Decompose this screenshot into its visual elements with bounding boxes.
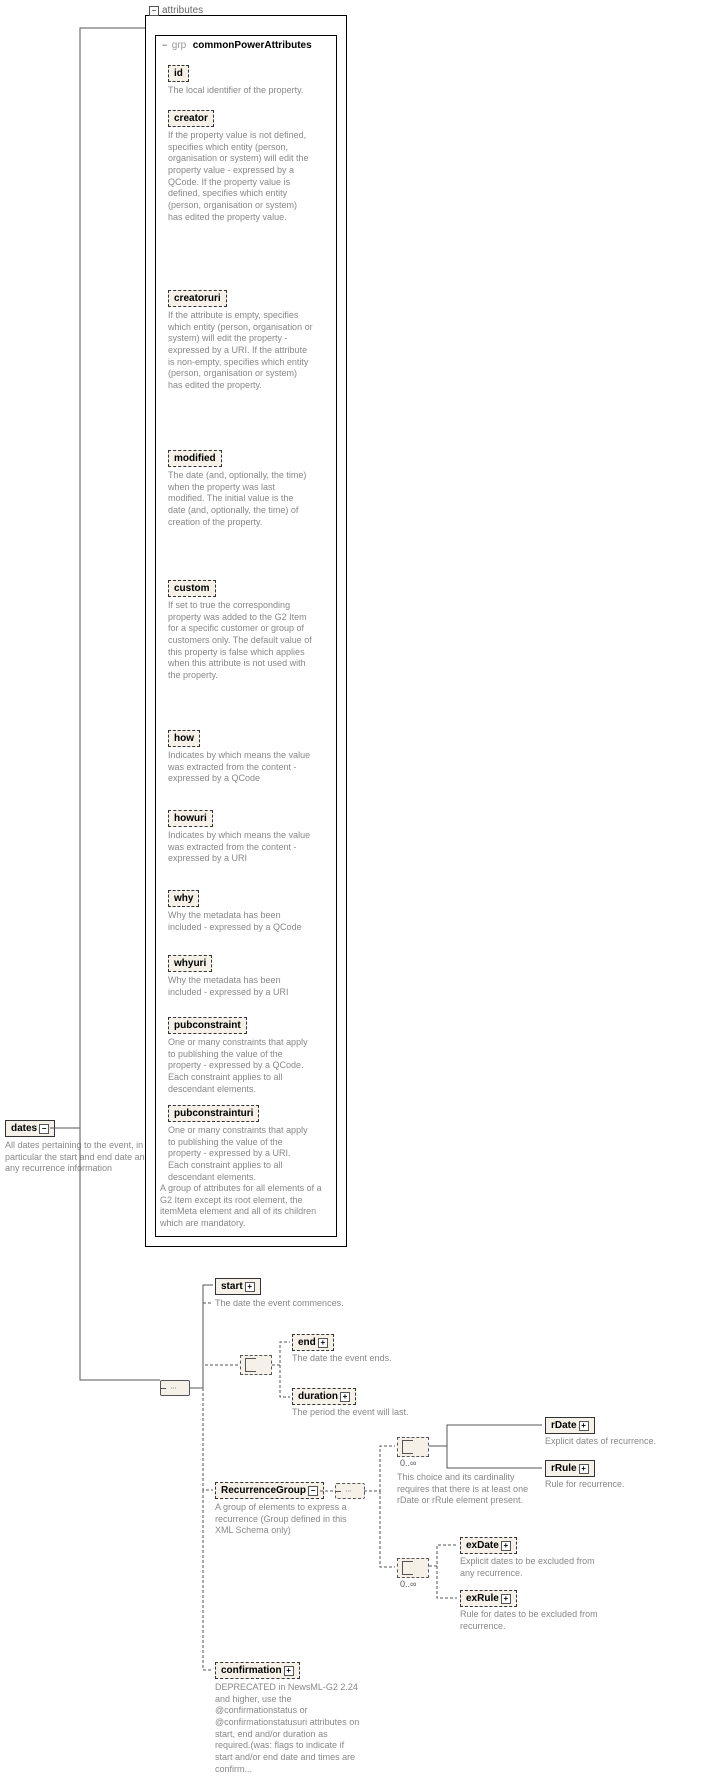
desc-confirmation: DEPRECATED in NewsML-G2 2.24 and higher,… [215, 1682, 360, 1776]
card-choice1: 0..∞ [400, 1458, 416, 1468]
attributes-label-box: −attributes [145, 5, 205, 16]
choice-end-duration [240, 1355, 272, 1375]
card-choice2: 0..∞ [400, 1579, 416, 1589]
expand-icon[interactable]: + [501, 1541, 511, 1551]
desc-start: The date the event commences. [215, 1298, 344, 1310]
expand-icon[interactable]: + [501, 1594, 511, 1604]
node-rrule[interactable]: rRule+ [545, 1460, 595, 1477]
desc-choice-recur: This choice and its cardinality requires… [397, 1472, 542, 1507]
label: RecurrenceGroup [221, 1485, 306, 1496]
desc-attr-howuri: Indicates by which means the value was e… [168, 830, 313, 865]
desc-rdate: Explicit dates of recurrence. [545, 1436, 656, 1448]
node-label: dates [11, 1123, 37, 1134]
label: exRule [466, 1593, 499, 1604]
expand-icon[interactable]: + [318, 1338, 328, 1348]
node-recurrencegroup[interactable]: RecurrenceGroup− [215, 1482, 324, 1499]
attr-modified[interactable]: modified [168, 450, 222, 467]
desc-attr-creatoruri: If the attribute is empty, specifies whi… [168, 310, 313, 392]
choice-rdate-rrule [397, 1437, 429, 1457]
attr-creator[interactable]: creator [168, 110, 214, 127]
label: confirmation [221, 1665, 282, 1676]
expand-icon[interactable]: + [340, 1392, 350, 1402]
desc-attr-pubconstrainturi: One or many constraints that apply to pu… [168, 1125, 313, 1183]
minus-icon[interactable]: − [149, 6, 159, 16]
label: exDate [466, 1540, 499, 1551]
collapse-icon[interactable]: − [308, 1486, 318, 1496]
attr-whyuri[interactable]: whyuri [168, 955, 212, 972]
attr-id[interactable]: id [168, 65, 189, 82]
attr-pubconstrainturi[interactable]: pubconstrainturi [168, 1105, 259, 1122]
desc-attr-how: Indicates by which means the value was e… [168, 750, 313, 785]
label: start [221, 1281, 243, 1292]
expand-icon[interactable]: + [579, 1421, 589, 1431]
expand-icon[interactable]: + [245, 1282, 255, 1292]
desc-attr-custom: If set to true the corresponding propert… [168, 600, 313, 682]
grp-name: commonPowerAttributes [193, 40, 312, 51]
minus-icon[interactable]: − [162, 40, 167, 50]
expand-icon[interactable]: + [284, 1666, 294, 1676]
choice-exdate-exrule [397, 1558, 429, 1578]
desc-attr-why: Why the metadata has been included - exp… [168, 910, 313, 933]
desc-attr-whyuri: Why the metadata has been included - exp… [168, 975, 313, 998]
node-dates[interactable]: dates− [5, 1120, 55, 1137]
attr-pubconstraint[interactable]: pubconstraint [168, 1017, 247, 1034]
node-exdate[interactable]: exDate+ [460, 1537, 517, 1554]
desc-exdate: Explicit dates to be excluded from any r… [460, 1556, 605, 1579]
attr-custom[interactable]: custom [168, 580, 216, 597]
desc-exrule: Rule for dates to be excluded from recur… [460, 1609, 605, 1632]
desc-duration: The period the event will last. [292, 1407, 409, 1419]
grp-prefix: grp [172, 40, 186, 51]
desc-end: The date the event ends. [292, 1353, 392, 1365]
desc-attr-id: The local identifier of the property. [168, 85, 303, 97]
group-header: − grp commonPowerAttributes [162, 40, 312, 51]
desc-rrule: Rule for recurrence. [545, 1479, 625, 1491]
label: rRule [551, 1463, 577, 1474]
sequence-main: ⋯ [160, 1380, 190, 1396]
node-confirmation[interactable]: confirmation+ [215, 1662, 300, 1679]
node-rdate[interactable]: rDate+ [545, 1417, 595, 1434]
attr-howuri[interactable]: howuri [168, 810, 213, 827]
node-duration[interactable]: duration+ [292, 1388, 356, 1405]
node-exrule[interactable]: exRule+ [460, 1590, 517, 1607]
desc-dates: All dates pertaining to the event, in pa… [5, 1140, 150, 1175]
attributes-label: attributes [162, 5, 203, 16]
group-footer-desc: A group of attributes for all elements o… [160, 1183, 330, 1230]
desc-recurrencegroup: A group of elements to express a recurre… [215, 1502, 360, 1537]
attr-how[interactable]: how [168, 730, 200, 747]
label: duration [298, 1391, 338, 1402]
collapse-icon[interactable]: − [39, 1124, 49, 1134]
desc-attr-creator: If the property value is not defined, sp… [168, 130, 313, 224]
desc-attr-modified: The date (and, optionally, the time) whe… [168, 470, 313, 528]
expand-icon[interactable]: + [579, 1464, 589, 1474]
sequence-recur: ⋯ [335, 1483, 365, 1499]
attr-why[interactable]: why [168, 890, 199, 907]
label: rDate [551, 1420, 577, 1431]
desc-attr-pubconstraint: One or many constraints that apply to pu… [168, 1037, 313, 1095]
label: end [298, 1337, 316, 1348]
attr-creatoruri[interactable]: creatoruri [168, 290, 227, 307]
node-start[interactable]: start+ [215, 1278, 261, 1295]
node-end[interactable]: end+ [292, 1334, 334, 1351]
